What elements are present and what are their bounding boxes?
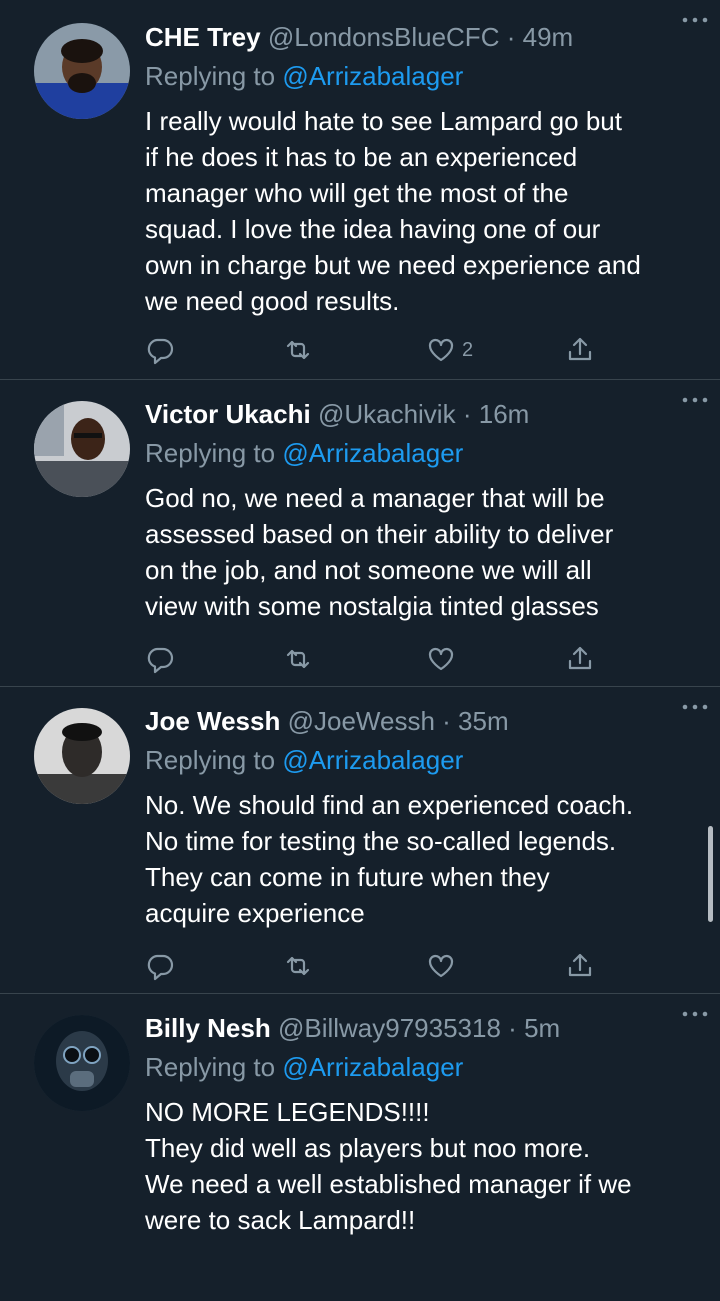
heart-icon [428,954,454,978]
mention-link[interactable]: @Arrizabalager [282,745,463,775]
tweet-content: Billy Nesh @Billway97935318 · 5m Replyin… [145,1008,688,1238]
timestamp[interactable]: 16m [479,399,530,429]
more-icon[interactable] [680,697,710,717]
retweet-button[interactable] [283,642,313,676]
replying-prefix: Replying to [145,61,276,91]
more-icon[interactable] [680,390,710,410]
replying-prefix: Replying to [145,438,276,468]
tweet-actions [145,642,605,676]
retweet-button[interactable] [283,333,313,367]
separator: · [442,706,451,736]
scrollbar[interactable] [708,826,713,922]
more-icon[interactable] [680,1004,710,1024]
like-button[interactable]: 2 [426,333,473,367]
tweet-text: No. We should find an experienced coach.… [145,790,634,928]
heart-icon [428,338,454,362]
author-name[interactable]: Victor Ukachi [145,399,311,429]
replying-to: Replying to @Arrizabalager [145,434,688,472]
retweet-icon [286,649,310,669]
author-handle[interactable]: @JoeWessh [288,706,435,736]
more-icon[interactable] [680,10,710,30]
tweet-content: Victor Ukachi @Ukachivik · 16m Replying … [145,394,688,624]
heart-icon [428,647,454,671]
timestamp[interactable]: 5m [524,1013,560,1043]
mention-link[interactable]: @Arrizabalager [282,61,463,91]
reply-button[interactable] [145,949,175,983]
like-count: 2 [462,338,474,361]
tweet[interactable]: Victor Ukachi @Ukachivik · 16m Replying … [0,380,720,687]
separator: · [506,22,516,52]
author-name[interactable]: CHE Trey [145,22,261,52]
avatar[interactable] [34,708,130,804]
share-button[interactable] [565,642,595,676]
retweet-icon [286,956,310,976]
tweet-content: Joe Wessh @JoeWessh · 35m Replying to @A… [145,701,688,931]
separator: · [508,1013,517,1043]
tweet-actions: 2 [145,333,605,367]
reply-feed: CHE Trey @LondonsBlueCFC · 49m Replying … [0,0,720,1301]
tweet[interactable]: CHE Trey @LondonsBlueCFC · 49m Replying … [0,0,720,380]
author-handle[interactable]: @LondonsBlueCFC [268,22,500,52]
tweet-header: Billy Nesh @Billway97935318 · 5m [145,1008,688,1048]
avatar[interactable] [34,1015,130,1111]
tweet-text: NO MORE LEGENDS!!!! They did well as pla… [145,1097,632,1235]
tweet[interactable]: Joe Wessh @JoeWessh · 35m Replying to @A… [0,687,720,994]
tweet-text: I really would hate to see Lampard go bu… [145,106,641,316]
like-button[interactable] [426,949,456,983]
replying-prefix: Replying to [145,745,276,775]
like-button[interactable] [426,642,456,676]
share-icon [568,953,592,977]
mention-link[interactable]: @Arrizabalager [282,438,463,468]
replying-prefix: Replying to [145,1052,276,1082]
reply-icon [147,954,174,981]
avatar[interactable] [34,401,130,497]
share-icon [568,337,592,361]
tweet-content: CHE Trey @LondonsBlueCFC · 49m Replying … [145,17,688,319]
replying-to: Replying to @Arrizabalager [145,57,688,95]
author-handle[interactable]: @Billway97935318 [278,1013,501,1043]
share-button[interactable] [565,333,595,367]
tweet-header: Victor Ukachi @Ukachivik · 16m [145,394,688,434]
reply-icon [147,647,174,674]
share-icon [568,646,592,670]
tweet-text: God no, we need a manager that will be a… [145,483,614,621]
timestamp[interactable]: 49m [523,22,574,52]
retweet-icon [286,340,310,360]
share-button[interactable] [565,949,595,983]
tweet[interactable]: Billy Nesh @Billway97935318 · 5m Replyin… [0,994,720,1301]
timestamp[interactable]: 35m [458,706,509,736]
reply-button[interactable] [145,642,175,676]
avatar[interactable] [34,23,130,119]
author-name[interactable]: Joe Wessh [145,706,280,736]
retweet-button[interactable] [283,949,313,983]
reply-icon [147,338,174,365]
tweet-actions [145,949,605,983]
author-name[interactable]: Billy Nesh [145,1013,271,1043]
separator: · [462,399,472,429]
replying-to: Replying to @Arrizabalager [145,741,688,779]
tweet-header: CHE Trey @LondonsBlueCFC · 49m [145,17,688,57]
reply-button[interactable] [145,333,175,367]
author-handle[interactable]: @Ukachivik [318,399,456,429]
mention-link[interactable]: @Arrizabalager [282,1052,463,1082]
replying-to: Replying to @Arrizabalager [145,1048,688,1086]
tweet-header: Joe Wessh @JoeWessh · 35m [145,701,688,741]
